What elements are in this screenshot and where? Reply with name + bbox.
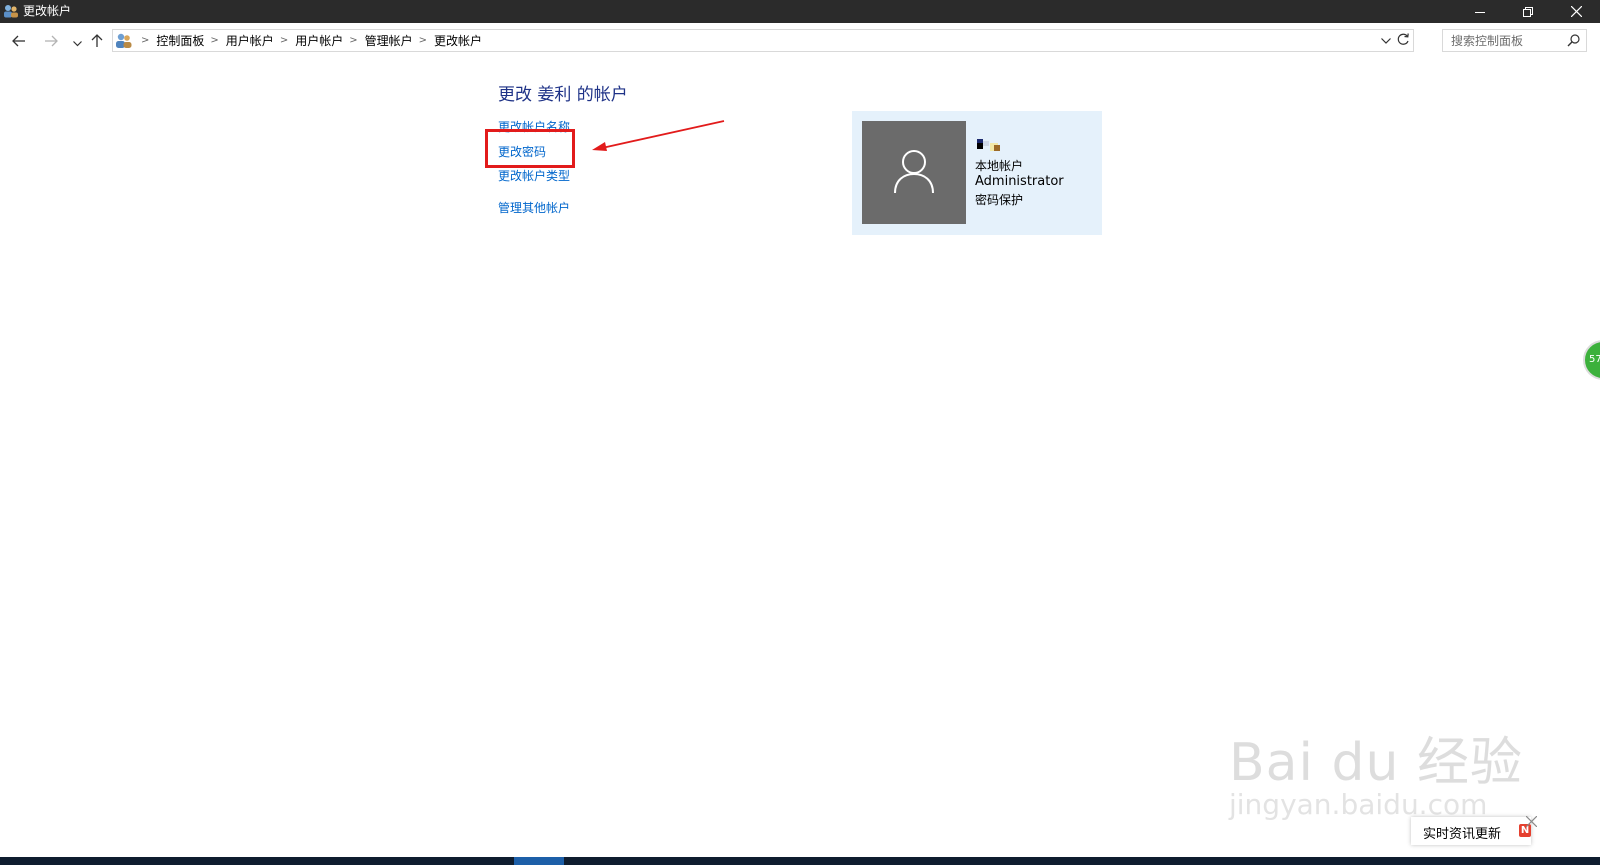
- taskbar: [0, 857, 1600, 865]
- restore-icon: [1523, 6, 1533, 17]
- annotation-highlight-box: [485, 129, 575, 168]
- avatar: [862, 121, 966, 224]
- account-role-label: Administrator: [975, 174, 1064, 189]
- search-input[interactable]: [1443, 30, 1569, 51]
- forward-button[interactable]: [42, 32, 60, 50]
- chevron-right-icon[interactable]: >: [274, 35, 295, 46]
- taskbar-active-item[interactable]: [514, 857, 564, 865]
- breadcrumb-item[interactable]: 管理帐户: [365, 32, 413, 49]
- users-icon: [3, 3, 19, 19]
- address-bar[interactable]: > 控制面板 > 用户帐户 > 用户帐户 > 管理帐户 > 更改帐户: [112, 29, 1414, 52]
- arrow-up-icon: [91, 32, 103, 51]
- up-button[interactable]: [88, 32, 106, 50]
- chevron-right-icon[interactable]: >: [204, 35, 225, 46]
- breadcrumb: > 控制面板 > 用户帐户 > 用户帐户 > 管理帐户 > 更改帐户: [135, 30, 482, 51]
- floating-speed-widget[interactable]: 57: [1583, 340, 1600, 380]
- restore-button[interactable]: [1504, 0, 1552, 23]
- password-status-label: 密码保护: [975, 193, 1024, 207]
- search-box: [1442, 29, 1587, 52]
- search-icon[interactable]: [1567, 34, 1580, 50]
- minimize-icon: [1475, 7, 1485, 17]
- arrow-right-icon: [44, 32, 58, 51]
- breadcrumb-item-current[interactable]: 更改帐户: [434, 32, 482, 49]
- watermark: Bai du 经验 jingyan.baidu.com: [1225, 690, 1525, 830]
- breadcrumb-item[interactable]: 控制面板: [156, 32, 204, 49]
- breadcrumb-item[interactable]: 用户帐户: [295, 32, 343, 49]
- control-panel-icon: [115, 32, 133, 49]
- breadcrumb-item[interactable]: 用户帐户: [226, 32, 274, 49]
- refresh-icon[interactable]: [1396, 32, 1410, 50]
- close-icon: [1570, 6, 1582, 17]
- watermark-brand: Bai du 经验: [1229, 733, 1524, 793]
- chevron-right-icon: >: [141, 35, 150, 46]
- close-button[interactable]: [1552, 0, 1600, 23]
- annotation-arrow: [592, 120, 725, 151]
- user-avatar-icon: [892, 147, 936, 199]
- widget-value: 57: [1589, 354, 1600, 365]
- news-label: 实时资讯更新: [1423, 827, 1502, 842]
- back-button[interactable]: [10, 32, 28, 50]
- arrow-left-icon: [12, 32, 26, 51]
- page-title: 更改 姜利 的帐户: [498, 85, 628, 105]
- address-dropdown-icon[interactable]: [1381, 34, 1391, 48]
- close-icon[interactable]: [1525, 812, 1538, 831]
- change-account-type-link[interactable]: 更改帐户类型: [498, 167, 570, 184]
- recent-locations-button[interactable]: [68, 32, 86, 50]
- account-card: 本地帐户 Administrator 密码保护: [852, 111, 1102, 235]
- navigation-bar: > 控制面板 > 用户帐户 > 用户帐户 > 管理帐户 > 更改帐户: [0, 23, 1600, 59]
- news-notification[interactable]: 实时资讯更新 N: [1411, 817, 1531, 845]
- chevron-right-icon[interactable]: >: [413, 35, 434, 46]
- manage-other-accounts-link[interactable]: 管理其他帐户: [498, 199, 570, 216]
- window-title: 更改帐户: [23, 4, 72, 18]
- chevron-down-icon: [72, 32, 82, 51]
- title-bar: 更改帐户: [0, 0, 1600, 23]
- account-type-label: 本地帐户: [975, 159, 1024, 173]
- chevron-right-icon[interactable]: >: [343, 35, 364, 46]
- account-name-redacted: [977, 138, 1007, 152]
- minimize-button[interactable]: [1456, 0, 1504, 23]
